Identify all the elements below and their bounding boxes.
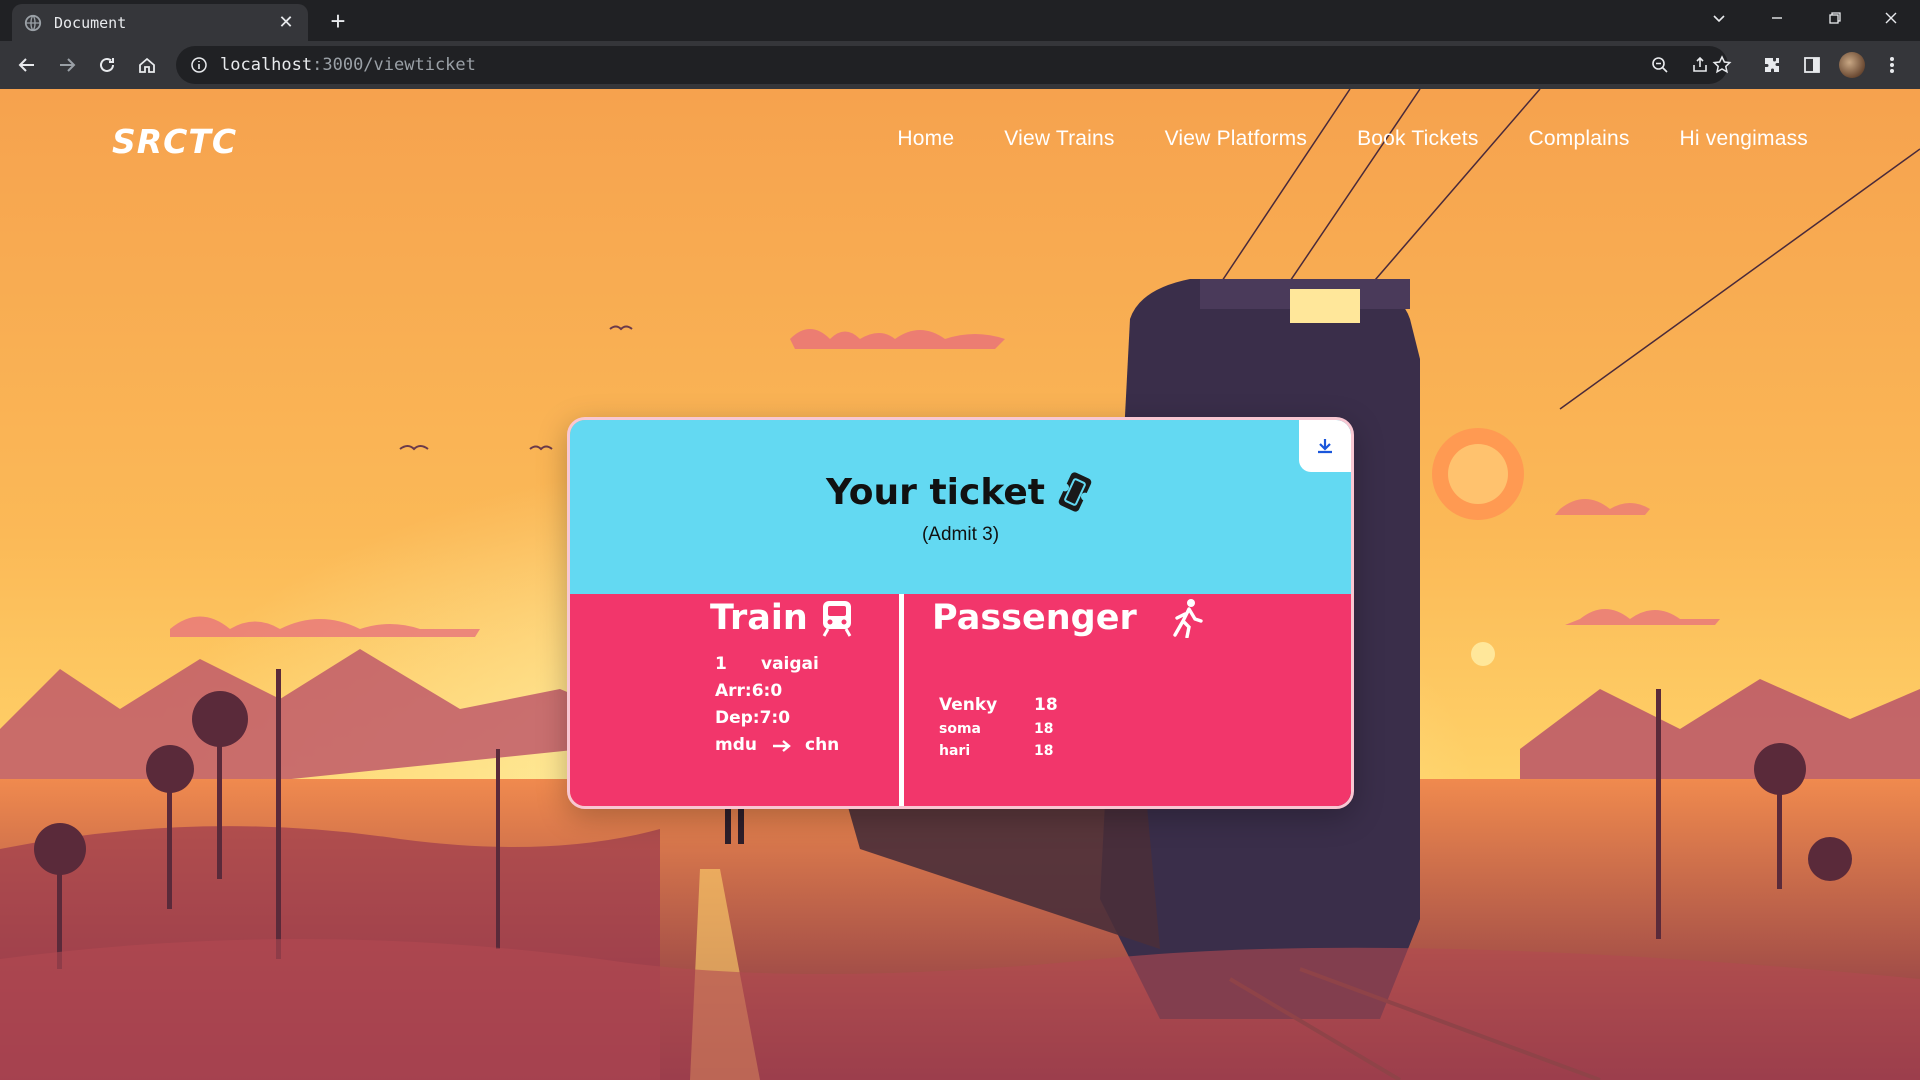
nav-view-platforms[interactable]: View Platforms — [1165, 127, 1307, 151]
nav-home[interactable]: Home — [897, 127, 954, 151]
train-number: 1 — [715, 654, 727, 674]
passenger-list: Venky 18 soma 18 hari 18 — [939, 692, 1058, 762]
download-button[interactable] — [1299, 420, 1351, 472]
browser-toolbar: localhost:3000/viewticket — [0, 41, 1920, 89]
passenger-age: 18 — [1034, 695, 1058, 715]
passenger-age: 18 — [1034, 721, 1054, 737]
new-tab-button[interactable]: + — [324, 8, 352, 36]
train-details: 1 vaigai Arr:6:0 Dep:7:0 mdu chn — [715, 651, 839, 759]
minimize-button[interactable] — [1748, 0, 1806, 36]
address-bar[interactable]: localhost:3000/viewticket — [176, 46, 1728, 84]
extensions-icon[interactable] — [1756, 49, 1788, 81]
walking-person-icon — [1173, 599, 1203, 638]
download-icon — [1318, 439, 1332, 454]
close-window-button[interactable] — [1862, 0, 1920, 36]
ticket-body: Train 1 vaigai Arr:6:0 Dep:7:0 mdu chn P… — [570, 594, 1351, 806]
side-panel-icon[interactable] — [1796, 49, 1828, 81]
back-button[interactable] — [11, 49, 43, 81]
main-nav: Home View Trains View Platforms Book Tic… — [897, 127, 1808, 151]
tab-strip: Document ✕ + — [0, 0, 1920, 41]
tab-close-icon[interactable]: ✕ — [276, 12, 296, 33]
train-departure: Dep:7:0 — [715, 708, 791, 728]
browser-window: Document ✕ + localhost:3000/viewticket S… — [0, 0, 1920, 1080]
ticket-title-text: Your ticket — [826, 471, 1045, 513]
url-text: localhost:3000/viewticket — [220, 55, 476, 75]
train-route: mdu chn — [715, 732, 839, 759]
ticket-divider — [899, 594, 904, 806]
ticket-header: Your ticket (Admit 3) — [570, 420, 1351, 594]
tab-search-icon[interactable] — [1690, 0, 1748, 36]
globe-icon — [24, 14, 42, 31]
train-heading: Train — [710, 598, 854, 638]
ticket-card: Your ticket (Admit 3) Train 1 vaigai Arr… — [567, 417, 1354, 809]
train-arrival: Arr:6:0 — [715, 681, 783, 701]
admit-count: (Admit 3) — [921, 524, 1000, 545]
passenger-row: hari 18 — [939, 740, 1058, 762]
nav-complains[interactable]: Complains — [1529, 127, 1630, 151]
passenger-name: soma — [939, 721, 981, 737]
nav-view-trains[interactable]: View Trains — [1004, 127, 1114, 151]
passenger-row: Venky 18 — [939, 692, 1058, 718]
site-info-icon[interactable] — [190, 56, 208, 74]
train-icon — [822, 601, 852, 637]
nav-user-greeting[interactable]: Hi vengimass — [1680, 127, 1808, 151]
tab-document[interactable]: Document ✕ — [12, 4, 308, 41]
passenger-heading: Passenger — [932, 598, 1209, 638]
restore-button[interactable] — [1806, 0, 1864, 36]
passenger-heading-text: Passenger — [932, 598, 1137, 638]
tab-title: Document — [54, 13, 127, 32]
route-from: mdu — [715, 735, 757, 755]
ticket-title: Your ticket — [570, 470, 1351, 514]
bookmark-star-icon[interactable] — [1706, 49, 1738, 81]
passenger-name: hari — [939, 743, 971, 759]
arrow-right-icon — [773, 739, 791, 752]
train-heading-text: Train — [710, 598, 808, 638]
passenger-row: soma 18 — [939, 718, 1058, 740]
nav-book-tickets[interactable]: Book Tickets — [1357, 127, 1478, 151]
forward-button[interactable] — [51, 49, 83, 81]
menu-kebab-icon[interactable] — [1876, 49, 1908, 81]
site-logo[interactable]: SRCTC — [112, 122, 237, 161]
passenger-name: Venky — [939, 695, 998, 715]
page-viewport: SRCTC Home View Trains View Platforms Bo… — [0, 89, 1920, 1080]
zoom-icon[interactable] — [1642, 46, 1678, 84]
profile-avatar[interactable] — [1836, 49, 1868, 81]
ticket-icon — [1058, 472, 1092, 512]
train-number-name: 1 vaigai — [715, 651, 839, 678]
reload-button[interactable] — [91, 49, 123, 81]
home-button[interactable] — [131, 49, 163, 81]
route-to: chn — [805, 735, 840, 755]
train-name: vaigai — [761, 654, 819, 674]
passenger-age: 18 — [1034, 743, 1054, 759]
